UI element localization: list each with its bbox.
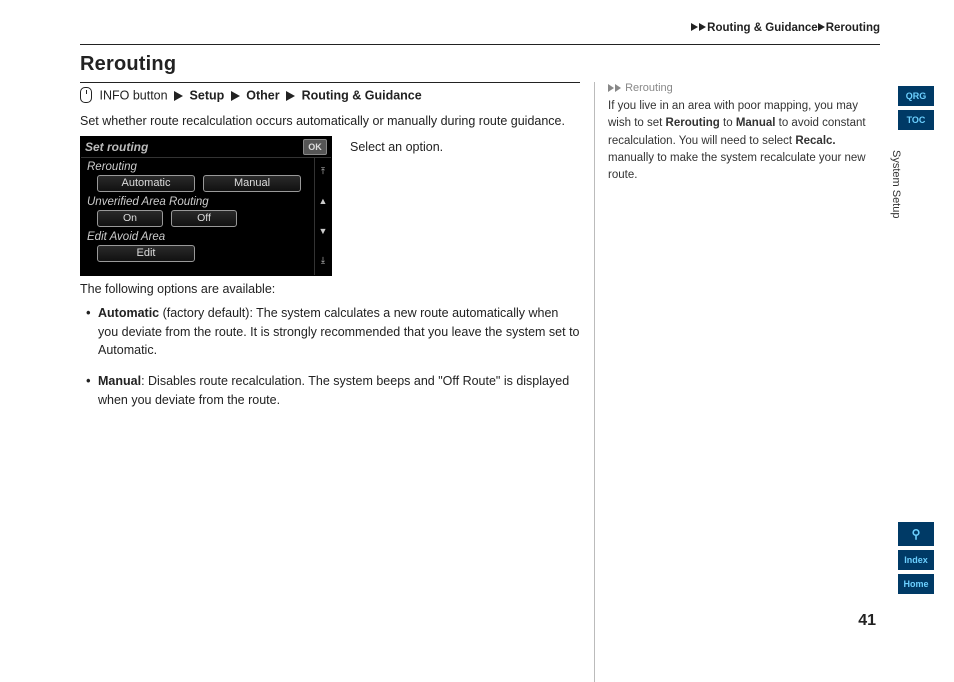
page-title: Rerouting — [80, 53, 880, 76]
sidebar-note: If you live in an area with poor mapping… — [608, 98, 880, 184]
tab-search[interactable]: ⚲ — [898, 522, 934, 546]
auto-desc: (factory default): The system calculates… — [98, 306, 580, 358]
screen-title: Set routing — [85, 140, 148, 154]
sidebar-heading: Rerouting — [608, 82, 880, 94]
tab-home[interactable]: Home — [898, 574, 934, 594]
device-screenshot: Set routing OK Rerouting Automatic Manua… — [80, 136, 332, 276]
chevron-right-icon — [818, 23, 825, 31]
tab-toc[interactable]: TOC — [898, 110, 934, 130]
page-number: 41 — [858, 612, 876, 630]
chevron-icon — [608, 84, 614, 92]
rerouting-label: Rerouting — [87, 161, 327, 173]
scroll-top-icon[interactable]: ⤒ — [315, 157, 331, 187]
mouse-icon — [80, 87, 92, 103]
unverified-label: Unverified Area Routing — [87, 196, 327, 208]
breadcrumb-seg1: Routing & Guidance — [707, 22, 818, 34]
tab-index[interactable]: Index — [898, 550, 934, 570]
edit-button[interactable]: Edit — [97, 245, 195, 262]
sidebar-title-text: Rerouting — [625, 82, 673, 94]
scroll-down-icon[interactable]: ▼ — [315, 216, 331, 246]
off-button[interactable]: Off — [171, 210, 237, 227]
scrollbar[interactable]: ⤒ ▲ ▼ ⤓ — [314, 157, 331, 275]
nav-prefix: INFO button — [99, 88, 167, 102]
nav-path: INFO button Setup Other Routing & Guidan… — [80, 82, 580, 109]
breadcrumb-seg2: Rerouting — [826, 22, 880, 34]
on-button[interactable]: On — [97, 210, 163, 227]
triangle-right-icon — [174, 91, 183, 101]
automatic-button[interactable]: Automatic — [97, 175, 195, 192]
scroll-bottom-icon[interactable]: ⤓ — [315, 245, 331, 275]
auto-label: Automatic — [98, 306, 159, 320]
scroll-up-icon[interactable]: ▲ — [315, 186, 331, 216]
manual-label: Manual — [98, 374, 141, 388]
triangle-right-icon — [286, 91, 295, 101]
chevron-right-icon — [691, 23, 698, 31]
nav-other: Other — [246, 88, 279, 102]
manual-button[interactable]: Manual — [203, 175, 301, 192]
nav-setup: Setup — [190, 88, 225, 102]
tab-qrg[interactable]: QRG — [898, 86, 934, 106]
nav-routing: Routing & Guidance — [302, 88, 422, 102]
edit-avoid-label: Edit Avoid Area — [87, 231, 327, 243]
option-automatic: Automatic (factory default): The system … — [94, 304, 580, 360]
chevron-icon — [615, 84, 621, 92]
triangle-right-icon — [231, 91, 240, 101]
options-intro: The following options are available: — [80, 282, 580, 296]
option-manual: Manual: Disables route recalculation. Th… — [94, 372, 580, 410]
breadcrumb: Routing & Guidance Rerouting — [691, 22, 880, 34]
section-label: System Setup — [890, 150, 902, 218]
ok-button[interactable]: OK — [303, 139, 327, 155]
manual-desc: : Disables route recalculation. The syst… — [98, 374, 569, 407]
chevron-right-icon — [699, 23, 706, 31]
instruction-text: Select an option. — [350, 136, 443, 154]
intro-text: Set whether route recalculation occurs a… — [80, 113, 580, 130]
